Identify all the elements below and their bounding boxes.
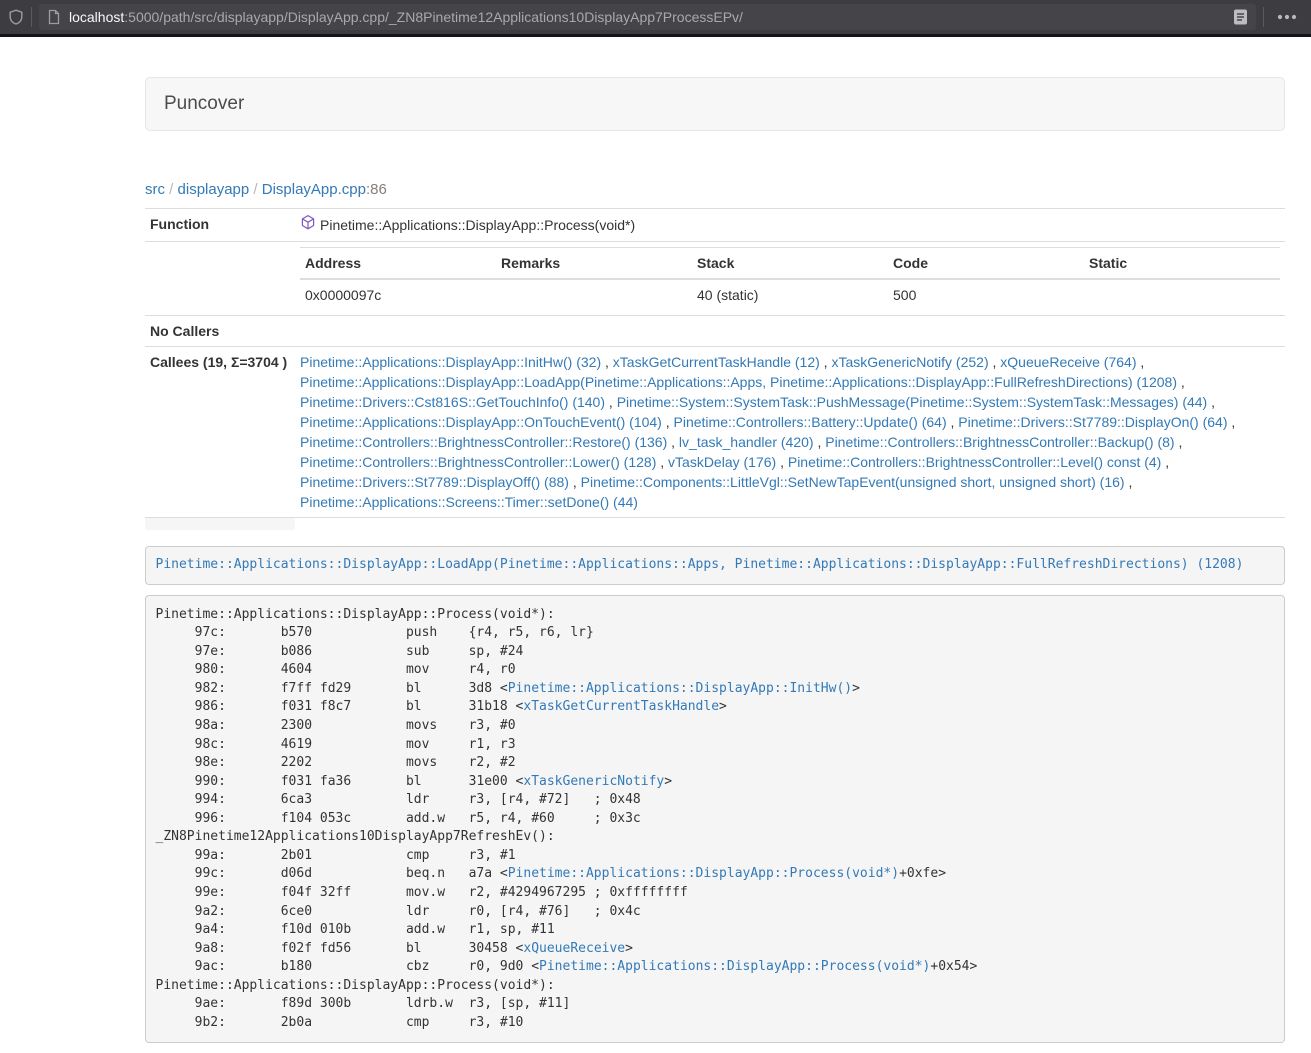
callee-separator: ,	[605, 394, 617, 410]
url-text: localhost:5000/path/src/displayapp/Displ…	[69, 9, 1233, 25]
callee-link[interactable]: Pinetime::Applications::DisplayApp::OnTo…	[300, 414, 662, 430]
callee-link[interactable]: Pinetime::Drivers::St7789::DisplayOff() …	[300, 474, 569, 490]
callee-separator: ,	[1161, 454, 1169, 470]
callee-separator: ,	[667, 434, 679, 450]
empty-header-cell	[145, 518, 295, 530]
url-bar[interactable]: localhost:5000/path/src/displayapp/Displ…	[39, 4, 1256, 30]
toolbar-divider	[31, 7, 32, 27]
breadcrumb-link[interactable]: src	[145, 181, 165, 198]
callee-separator: ,	[820, 354, 832, 370]
callee-link[interactable]: xQueueReceive (764)	[1000, 354, 1136, 370]
url-path: :5000/path/src/displayapp/DisplayApp.cpp…	[124, 9, 743, 25]
function-stats-table: Address Remarks Stack Code Static 0x0000…	[300, 247, 1280, 310]
code-value: 500	[888, 279, 1084, 310]
callee-separator: ,	[1228, 414, 1236, 430]
column-code: Code	[888, 248, 1084, 280]
callee-link[interactable]: Pinetime::Components::LittleVgl::SetNewT…	[581, 474, 1125, 490]
table-empty-row	[145, 518, 1285, 530]
callee-separator: ,	[989, 354, 1001, 370]
callee-separator: ,	[1136, 354, 1144, 370]
empty-cell	[295, 518, 1285, 530]
overflow-menu-icon[interactable]	[1271, 14, 1303, 20]
breadcrumb-separator: /	[249, 181, 262, 198]
function-name: Pinetime::Applications::DisplayApp::Proc…	[320, 215, 635, 235]
app-header-panel: Puncover	[145, 77, 1285, 131]
stats-value-row: 0x0000097c 40 (static) 500	[300, 279, 1280, 310]
column-static: Static	[1084, 248, 1280, 280]
callee-separator: ,	[1125, 474, 1133, 490]
callee-separator: ,	[814, 434, 826, 450]
callee-separator: ,	[947, 414, 959, 430]
url-host: localhost	[69, 9, 124, 25]
disassembly-block: Pinetime::Applications::DisplayApp::Proc…	[145, 595, 1285, 1043]
callee-link[interactable]: Pinetime::System::SystemTask::PushMessag…	[617, 394, 1208, 410]
code-symbol-link[interactable]: Pinetime::Applications::DisplayApp::Init…	[508, 681, 852, 696]
callee-separator: ,	[1177, 374, 1185, 390]
callee-link[interactable]: Pinetime::Controllers::BrightnessControl…	[300, 434, 667, 450]
static-value	[1084, 279, 1280, 310]
function-table: Function Pinetime::Applications::Display…	[145, 208, 1285, 530]
shield-icon[interactable]	[8, 9, 24, 25]
callee-link[interactable]: Pinetime::Applications::DisplayApp::Load…	[300, 374, 1177, 390]
page-content: Puncover src / displayapp / DisplayApp.c…	[145, 37, 1285, 1053]
breadcrumb-link[interactable]: displayapp	[178, 181, 250, 198]
callee-separator: ,	[656, 454, 668, 470]
function-label: Function	[145, 209, 295, 242]
callees-list: Pinetime::Applications::DisplayApp::Init…	[295, 347, 1285, 518]
callee-link[interactable]: xTaskGenericNotify (252)	[831, 354, 988, 370]
breadcrumb-link[interactable]: DisplayApp.cpp	[262, 181, 366, 198]
callee-link[interactable]: Pinetime::Controllers::BrightnessControl…	[300, 454, 656, 470]
address-value: 0x0000097c	[300, 279, 496, 310]
callee-link[interactable]: Pinetime::Controllers::BrightnessControl…	[825, 434, 1174, 450]
code-symbol-link[interactable]: xTaskGetCurrentTaskHandle	[523, 699, 719, 714]
selected-callee-box: Pinetime::Applications::DisplayApp::Load…	[145, 546, 1285, 586]
browser-toolbar: localhost:5000/path/src/displayapp/Displ…	[0, 0, 1311, 34]
callee-separator: ,	[662, 414, 674, 430]
breadcrumb-separator: /	[165, 181, 178, 198]
stats-header-row: Address Remarks Stack Code Static	[300, 248, 1280, 280]
breadcrumb-line-number: :86	[366, 181, 387, 198]
callees-label: Callees (19, Σ=3704 )	[145, 347, 295, 518]
callee-separator: ,	[1207, 394, 1215, 410]
no-callers-row: No Callers	[145, 316, 1285, 347]
cube-icon	[300, 214, 316, 236]
code-symbol-link[interactable]: Pinetime::Applications::DisplayApp::Proc…	[508, 866, 899, 881]
no-callers-label: No Callers	[145, 316, 295, 347]
callee-link[interactable]: Pinetime::Drivers::Cst816S::GetTouchInfo…	[300, 394, 605, 410]
selected-callee-link[interactable]: Pinetime::Applications::DisplayApp::Load…	[156, 557, 1244, 572]
column-stack: Stack	[692, 248, 888, 280]
callee-link[interactable]: Pinetime::Applications::Screens::Timer::…	[300, 494, 638, 510]
empty-header-cell	[145, 242, 295, 316]
callee-separator: ,	[601, 354, 613, 370]
callee-link[interactable]: lv_task_handler (420)	[679, 434, 814, 450]
page-icon	[47, 9, 61, 25]
remarks-value	[496, 279, 692, 310]
callee-separator: ,	[569, 474, 581, 490]
breadcrumb: src / displayapp / DisplayApp.cpp:86	[145, 181, 1285, 198]
callee-link[interactable]: Pinetime::Controllers::Battery::Update()…	[674, 414, 947, 430]
function-row: Function Pinetime::Applications::Display…	[145, 209, 1285, 242]
callee-separator: ,	[1175, 434, 1183, 450]
toolbar-divider	[1263, 7, 1264, 27]
code-symbol-link[interactable]: xQueueReceive	[523, 941, 625, 956]
code-symbol-link[interactable]: xTaskGenericNotify	[523, 774, 664, 789]
reader-view-icon[interactable]	[1233, 8, 1248, 26]
callee-link[interactable]: Pinetime::Controllers::BrightnessControl…	[788, 454, 1161, 470]
column-remarks: Remarks	[496, 248, 692, 280]
callee-separator: ,	[776, 454, 788, 470]
callers-cell	[295, 316, 1285, 347]
callee-link[interactable]: xTaskGetCurrentTaskHandle (12)	[613, 354, 820, 370]
callees-row: Callees (19, Σ=3704 ) Pinetime::Applicat…	[145, 347, 1285, 518]
page-title: Puncover	[164, 93, 244, 114]
callee-link[interactable]: Pinetime::Applications::DisplayApp::Init…	[300, 354, 601, 370]
code-symbol-link[interactable]: Pinetime::Applications::DisplayApp::Proc…	[539, 959, 930, 974]
column-address: Address	[300, 248, 496, 280]
function-details-row: Address Remarks Stack Code Static 0x0000…	[145, 242, 1285, 316]
stack-value: 40 (static)	[692, 279, 888, 310]
callee-link[interactable]: Pinetime::Drivers::St7789::DisplayOn() (…	[958, 414, 1227, 430]
callee-link[interactable]: vTaskDelay (176)	[668, 454, 776, 470]
